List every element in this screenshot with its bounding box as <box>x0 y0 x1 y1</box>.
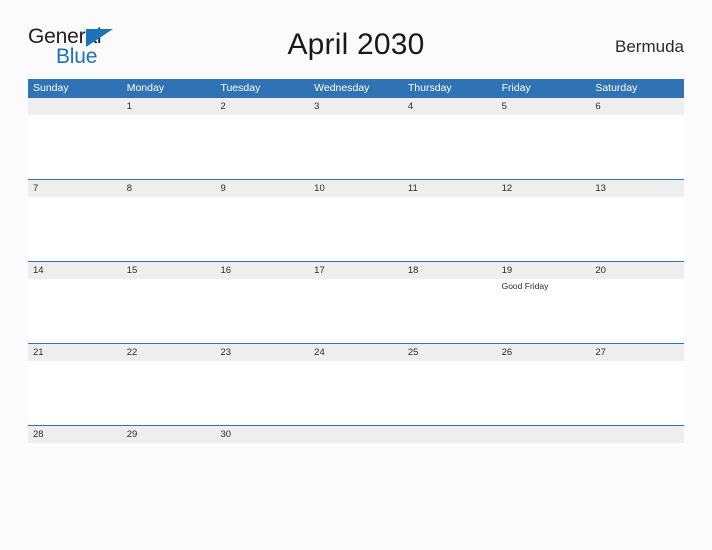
weekday-header-sunday: Sunday <box>33 82 69 94</box>
day-number[interactable]: 27 <box>590 344 684 361</box>
day-cell[interactable] <box>28 443 122 444</box>
day-number[interactable]: 13 <box>590 180 684 197</box>
day-number[interactable] <box>403 426 497 443</box>
calendar-page: General Blue April 2030 Bermuda Sunday M… <box>0 0 712 550</box>
country-label: Bermuda <box>615 37 684 56</box>
day-cell[interactable] <box>28 361 122 425</box>
day-cell[interactable] <box>590 361 684 425</box>
calendar-week-row: 21 22 23 24 25 26 27 <box>28 343 684 425</box>
week-event-area <box>28 361 684 425</box>
day-number[interactable] <box>28 98 122 115</box>
day-number[interactable]: 2 <box>215 98 309 115</box>
event-label: Good Friday <box>501 281 549 291</box>
day-cell[interactable]: Good Friday <box>497 279 591 343</box>
day-cell[interactable] <box>403 361 497 425</box>
day-cell[interactable] <box>309 279 403 343</box>
day-cell[interactable] <box>497 197 591 261</box>
day-number[interactable]: 14 <box>28 262 122 279</box>
day-cell[interactable] <box>122 361 216 425</box>
weekday-header-row: Sunday Monday Tuesday Wednesday Thursday… <box>28 79 684 97</box>
day-cell[interactable] <box>497 115 591 179</box>
day-number[interactable]: 19 <box>497 262 591 279</box>
day-number[interactable]: 22 <box>122 344 216 361</box>
day-cell[interactable] <box>122 443 216 444</box>
day-cell[interactable] <box>122 115 216 179</box>
day-number[interactable]: 15 <box>122 262 216 279</box>
day-number[interactable]: 24 <box>309 344 403 361</box>
day-number[interactable]: 5 <box>497 98 591 115</box>
weekday-header-friday: Friday <box>501 82 531 94</box>
day-number[interactable]: 20 <box>590 262 684 279</box>
day-number[interactable]: 26 <box>497 344 591 361</box>
week-date-strip: 14 15 16 17 18 19 20 <box>28 262 684 279</box>
week-date-strip: 21 22 23 24 25 26 27 <box>28 344 684 361</box>
day-cell[interactable] <box>590 115 684 179</box>
day-number[interactable]: 18 <box>403 262 497 279</box>
day-number[interactable]: 25 <box>403 344 497 361</box>
weekday-header-monday: Monday <box>126 82 165 94</box>
day-number[interactable]: 7 <box>28 180 122 197</box>
day-number[interactable]: 8 <box>122 180 216 197</box>
day-cell[interactable] <box>28 279 122 343</box>
week-date-strip: 7 8 9 10 11 12 13 <box>28 180 684 197</box>
day-number[interactable]: 1 <box>122 98 216 115</box>
day-cell[interactable] <box>122 279 216 343</box>
day-number[interactable]: 11 <box>403 180 497 197</box>
day-cell[interactable] <box>215 279 309 343</box>
day-cell[interactable] <box>215 443 309 444</box>
day-cell[interactable] <box>309 115 403 179</box>
day-number[interactable]: 29 <box>122 426 216 443</box>
day-cell[interactable] <box>309 197 403 261</box>
day-number[interactable]: 4 <box>403 98 497 115</box>
day-number[interactable]: 3 <box>309 98 403 115</box>
day-cell[interactable] <box>497 361 591 425</box>
day-cell[interactable] <box>215 115 309 179</box>
page-header: General Blue April 2030 Bermuda <box>28 24 684 72</box>
day-number[interactable]: 21 <box>28 344 122 361</box>
week-event-area: Good Friday <box>28 279 684 343</box>
day-number[interactable]: 6 <box>590 98 684 115</box>
day-cell[interactable] <box>309 443 403 444</box>
day-cell[interactable] <box>590 197 684 261</box>
weekday-header-saturday: Saturday <box>595 82 638 94</box>
weekday-header-thursday: Thursday <box>407 82 452 94</box>
day-cell[interactable] <box>590 443 684 444</box>
day-cell[interactable] <box>215 361 309 425</box>
day-number[interactable]: 17 <box>309 262 403 279</box>
day-cell[interactable] <box>497 443 591 444</box>
week-event-area <box>28 197 684 261</box>
day-cell[interactable] <box>590 279 684 343</box>
day-cell[interactable] <box>122 197 216 261</box>
calendar-grid: Sunday Monday Tuesday Wednesday Thursday… <box>28 79 684 443</box>
day-number[interactable]: 10 <box>309 180 403 197</box>
day-cell[interactable] <box>215 197 309 261</box>
calendar-week-row: 28 29 30 <box>28 425 684 443</box>
day-number[interactable]: 9 <box>215 180 309 197</box>
day-number[interactable]: 23 <box>215 344 309 361</box>
day-number[interactable]: 28 <box>28 426 122 443</box>
day-cell[interactable] <box>403 115 497 179</box>
day-number[interactable] <box>590 426 684 443</box>
day-cell[interactable] <box>403 197 497 261</box>
day-number[interactable]: 12 <box>497 180 591 197</box>
page-title: April 2030 <box>287 28 425 61</box>
calendar-week-row: 1 2 3 4 5 6 <box>28 97 684 179</box>
day-number[interactable] <box>309 426 403 443</box>
day-cell[interactable] <box>28 115 122 179</box>
calendar-week-row: 7 8 9 10 11 12 13 <box>28 179 684 261</box>
day-number[interactable] <box>497 426 591 443</box>
weekday-header-wednesday: Wednesday <box>314 82 370 94</box>
week-date-strip: 1 2 3 4 5 6 <box>28 98 684 115</box>
day-cell[interactable] <box>403 443 497 444</box>
week-event-area <box>28 115 684 179</box>
day-number[interactable]: 30 <box>215 426 309 443</box>
day-cell[interactable] <box>403 279 497 343</box>
day-cell[interactable] <box>309 361 403 425</box>
weekday-header-tuesday: Tuesday <box>220 82 261 94</box>
day-cell[interactable] <box>28 197 122 261</box>
calendar-week-row: 14 15 16 17 18 19 20 Good Friday <box>28 261 684 343</box>
day-number[interactable]: 16 <box>215 262 309 279</box>
week-date-strip: 28 29 30 <box>28 426 684 443</box>
